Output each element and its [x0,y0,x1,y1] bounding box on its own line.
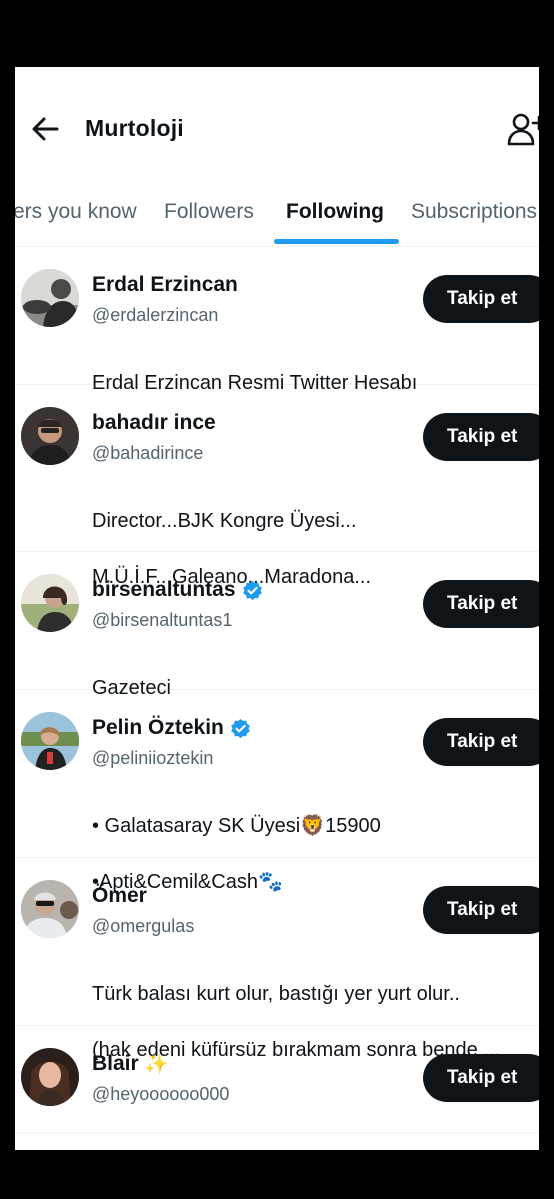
top-bar: Murtoloji [15,67,539,192]
list-item[interactable]: Erdal Erzincan @erdalerzincan Erdal Erzi… [15,247,539,394]
arrow-left-icon [32,117,59,141]
verified-badge-icon [242,580,262,600]
list-item[interactable]: bahadır ince @bahadirince Director...BJK… [15,385,539,588]
user-name: Erdal Erzincan [92,273,238,296]
bio-line: • Galatasaray SK Üyesi🦁15900 [92,815,381,837]
list-item[interactable]: birsenaltuntas @birsenaltuntas1 Gazeteci… [15,552,539,699]
user-name: Blair [92,1052,139,1075]
follow-button[interactable]: Takip et [423,413,539,461]
tab-followers[interactable]: Followers [164,200,254,224]
bio-line: Türk balası kurt olur, bastığı yer yurt … [92,983,460,1005]
back-button[interactable] [29,112,63,146]
app-screen: Murtoloji ers you know Followers Followi… [15,67,539,1150]
tab-followers-you-know[interactable]: ers you know [15,200,137,224]
avatar[interactable] [21,880,79,938]
follow-button[interactable]: Takip et [423,886,539,934]
user-name: Pelin Öztekin [92,716,224,739]
user-handle: @omergulas [92,916,195,936]
user-name: bahadır ince [92,411,216,434]
user-handle: @bahadirince [92,443,204,463]
avatar[interactable] [21,407,79,465]
user-handle: @peliniioztekin [92,748,214,768]
add-user-button[interactable] [507,111,539,147]
sparkles-icon: ✨ [144,1054,169,1075]
bio-line: Director...BJK Kongre Üyesi... [92,510,357,532]
tab-subscriptions[interactable]: Subscriptions [411,200,537,224]
user-name: birsenaltuntas [92,578,236,601]
verified-badge-icon [231,718,250,738]
follow-button[interactable]: Takip et [423,275,539,323]
avatar[interactable] [21,712,79,770]
avatar[interactable] [21,1048,79,1106]
user-name: Ömer [92,884,147,907]
tab-following[interactable]: Following [286,200,384,224]
page-title: Murtoloji [85,115,184,141]
list-item[interactable]: Pelin Öztekin @peliniioztekin • Galatasa… [15,690,539,893]
user-handle: @heyoooooo000 [92,1084,230,1104]
following-list: Erdal Erzincan @erdalerzincan Erdal Erzi… [15,247,539,1133]
user-handle: @erdalerzincan [92,305,219,325]
follow-button[interactable]: Takip et [423,580,539,628]
user-handle: @birsenaltuntas1 [92,610,233,630]
avatar[interactable] [21,574,79,632]
follow-button[interactable]: Takip et [423,1054,539,1102]
active-tab-indicator [274,239,399,244]
tab-bar: ers you know Followers Following Subscri… [15,192,539,247]
list-item[interactable]: Blair ✨ @heyoooooo000 Takip et [15,1026,539,1133]
add-user-icon [507,113,539,146]
list-item[interactable]: Ömer @omergulas Türk balası kurt olur, b… [15,858,539,1061]
avatar[interactable] [21,269,79,327]
follow-button[interactable]: Takip et [423,718,539,766]
